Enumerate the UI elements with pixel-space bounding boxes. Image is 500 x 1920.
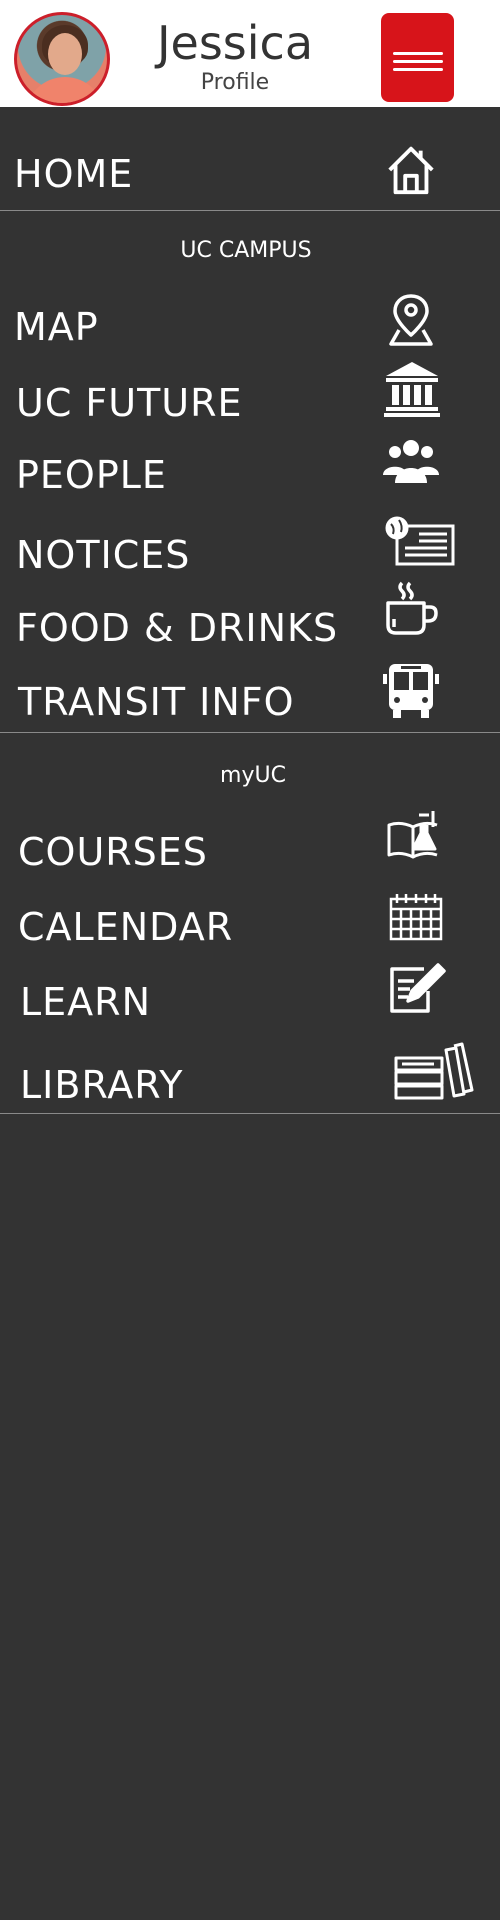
books-icon <box>392 1040 474 1100</box>
nav-item-notices[interactable]: NOTICES <box>0 516 500 583</box>
nav-item-calendar[interactable]: CALENDAR <box>0 894 500 955</box>
menu-empty-area <box>0 1114 500 1920</box>
nav-item-transit-info[interactable]: TRANSIT INFO <box>0 664 500 730</box>
nav-item-label: FOOD & DRINKS <box>16 606 339 650</box>
book-flask-icon <box>385 807 445 867</box>
nav-item-map[interactable]: MAP <box>0 294 500 355</box>
divider <box>0 210 500 211</box>
section-header-myuc: myUC <box>220 763 286 788</box>
section-header-uc-campus: UC CAMPUS <box>180 238 312 263</box>
nav-item-label: COURSES <box>18 830 208 874</box>
nav-item-food-drinks[interactable]: FOOD & DRINKS <box>0 581 500 656</box>
building-icon <box>382 358 442 418</box>
bus-icon <box>381 660 441 720</box>
divider <box>0 732 500 733</box>
nav-item-label: TRANSIT INFO <box>18 680 295 724</box>
nav-item-uc-future[interactable]: UC FUTURE <box>0 362 500 431</box>
nav-item-learn[interactable]: LEARN <box>0 963 500 1030</box>
user-name: Jessica <box>156 16 314 70</box>
nav-item-label: NOTICES <box>16 533 191 577</box>
newspaper-icon <box>383 514 457 574</box>
avatar[interactable] <box>14 12 110 106</box>
nav-item-people[interactable]: PEOPLE <box>0 440 500 503</box>
nav-item-courses[interactable]: COURSES <box>0 811 500 880</box>
nav-item-label: MAP <box>14 305 99 349</box>
nav-item-label: HOME <box>14 152 134 196</box>
nav-item-label: CALENDAR <box>18 905 234 949</box>
nav-item-label: UC FUTURE <box>16 381 243 425</box>
app-header: Jessica Profile <box>0 0 500 107</box>
people-icon <box>381 431 441 491</box>
nav-item-home[interactable]: HOME <box>0 145 500 205</box>
nav-item-label: PEOPLE <box>16 453 167 497</box>
nav-item-label: LEARN <box>20 980 152 1024</box>
notepad-pencil-icon <box>388 957 448 1017</box>
profile-link[interactable]: Profile <box>140 70 330 95</box>
coffee-cup-icon <box>380 579 440 639</box>
map-pin-icon <box>381 290 441 350</box>
hamburger-menu-button[interactable] <box>381 13 454 102</box>
house-icon <box>382 141 440 199</box>
calendar-icon <box>388 889 444 949</box>
nav-item-label: LIBRARY <box>20 1063 184 1107</box>
nav-item-library[interactable]: LIBRARY <box>0 1042 500 1113</box>
